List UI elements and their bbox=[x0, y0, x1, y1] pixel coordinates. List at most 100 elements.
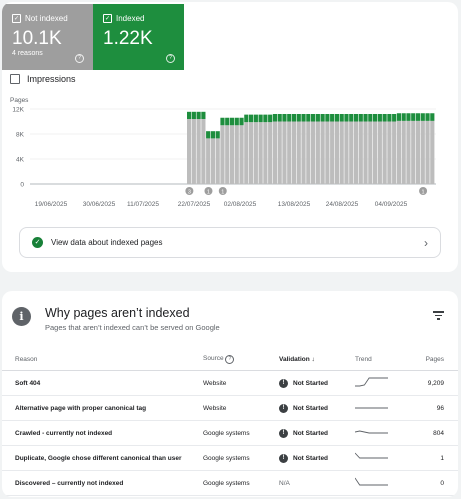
bar-indexed bbox=[291, 114, 297, 122]
bar-indexed bbox=[306, 114, 311, 122]
why-title: Why pages aren’t indexed bbox=[45, 306, 190, 320]
not-indexed-tile[interactable]: ✓ Not indexed 10.1K 4 reasons ? bbox=[2, 4, 93, 70]
table-row[interactable]: Soft 404 Website! Not Started 9,209 bbox=[2, 370, 458, 396]
bar-indexed bbox=[344, 114, 349, 122]
bar-indexed bbox=[330, 114, 335, 122]
bar-not-indexed bbox=[430, 120, 435, 184]
pages-cell: 96 bbox=[423, 395, 458, 421]
checkbox-icon bbox=[10, 74, 20, 84]
validation-status: Not Started bbox=[293, 379, 329, 387]
annotation-label: 1 bbox=[422, 189, 425, 195]
alert-icon: ! bbox=[279, 453, 288, 463]
bar-not-indexed bbox=[287, 121, 292, 184]
bar-not-indexed bbox=[263, 122, 268, 184]
y-tick-label: 8K bbox=[16, 132, 25, 139]
y-tick-label: 12K bbox=[12, 107, 24, 114]
col-pages[interactable]: Pages bbox=[423, 348, 458, 371]
validation-cell: ! Not Started bbox=[279, 395, 355, 421]
pages-cell: 804 bbox=[423, 420, 458, 446]
bar-not-indexed bbox=[196, 119, 201, 184]
bar-indexed bbox=[196, 111, 201, 119]
bar-indexed bbox=[392, 114, 397, 122]
reason-cell: Soft 404 bbox=[2, 370, 203, 396]
validation-status: N/A bbox=[279, 479, 290, 487]
filter-icon[interactable] bbox=[433, 311, 444, 322]
trend-cell bbox=[355, 445, 423, 471]
impressions-label: Impressions bbox=[27, 74, 76, 84]
help-icon[interactable]: ? bbox=[75, 54, 84, 63]
reasons-table: Reason Source ? Validation ↓ Trend Pages… bbox=[2, 348, 458, 496]
arrow-down-icon: ↓ bbox=[311, 355, 315, 363]
bar-indexed bbox=[420, 113, 425, 121]
bar-not-indexed bbox=[258, 122, 263, 184]
annotation-label: 1 bbox=[221, 189, 224, 195]
trend-sparkline bbox=[355, 407, 388, 409]
bar-indexed bbox=[220, 117, 225, 126]
reason-cell: Discovered – currently not indexed bbox=[2, 470, 203, 496]
indexed-tile[interactable]: ✓ Indexed 1.22K ? bbox=[93, 4, 184, 70]
bar-not-indexed bbox=[282, 121, 287, 184]
bar-indexed bbox=[258, 114, 263, 123]
bar-not-indexed bbox=[215, 138, 220, 184]
pages-chart[interactable]: 12K 8K 4K 0 19/06/2025 30/06/2025 11/07/2025 22… bbox=[2, 102, 458, 212]
bar-indexed bbox=[339, 114, 344, 122]
bar-not-indexed bbox=[325, 121, 330, 184]
view-indexed-pages-link[interactable]: ✓ View data about indexed pages › bbox=[19, 227, 441, 258]
help-icon[interactable]: ? bbox=[166, 54, 175, 63]
table-row[interactable]: Discovered – currently not indexed Google… bbox=[2, 470, 458, 496]
x-tick-label: 04/09/2025 bbox=[375, 201, 408, 208]
bar-not-indexed bbox=[272, 121, 278, 184]
source-cell: Google systems bbox=[203, 445, 279, 471]
chevron-right-icon: › bbox=[424, 235, 428, 250]
x-tick-label: 11/07/2025 bbox=[127, 201, 159, 208]
bar-indexed bbox=[382, 114, 387, 122]
bar-not-indexed bbox=[225, 125, 230, 184]
table-row[interactable]: Alternative page with proper canonical t… bbox=[2, 395, 458, 421]
bar-not-indexed bbox=[206, 138, 211, 184]
bar-not-indexed bbox=[187, 119, 192, 184]
table-row[interactable]: Duplicate, Google chose different canoni… bbox=[2, 445, 458, 471]
reason-cell: Crawled - currently not indexed bbox=[2, 420, 203, 446]
col-source[interactable]: Source ? bbox=[203, 348, 279, 371]
col-validation-label: Validation bbox=[279, 355, 310, 363]
bar-indexed bbox=[415, 113, 421, 121]
pages-cell: 9,209 bbox=[423, 370, 458, 396]
bar-not-indexed bbox=[425, 120, 430, 184]
bar-indexed bbox=[320, 114, 325, 122]
table-row[interactable]: Crawled - currently not indexed Google sy… bbox=[2, 420, 458, 446]
bar-indexed bbox=[206, 131, 211, 139]
table-header-row: Reason Source ? Validation ↓ Trend Pages bbox=[2, 348, 458, 371]
validation-status: Not Started bbox=[293, 454, 329, 462]
validation-cell: ! Not Started bbox=[279, 420, 355, 446]
validation-cell: ! Not Started bbox=[279, 445, 355, 471]
y-tick-label: 0 bbox=[20, 182, 24, 189]
bar-not-indexed bbox=[373, 121, 378, 184]
bar-not-indexed bbox=[387, 121, 392, 184]
bar-indexed bbox=[349, 114, 354, 122]
why-not-indexed-card: i Why pages aren’t indexed Pages that ar… bbox=[2, 291, 458, 497]
bar-not-indexed bbox=[320, 121, 325, 184]
annotation-label: 1 bbox=[207, 189, 210, 195]
validation-status: Not Started bbox=[293, 404, 329, 412]
not-indexed-value: 10.1K bbox=[12, 28, 62, 49]
trend-sparkline bbox=[355, 452, 388, 459]
not-indexed-header: ✓ Not indexed bbox=[12, 14, 68, 23]
impressions-toggle[interactable]: Impressions bbox=[10, 74, 76, 84]
bar-indexed bbox=[244, 114, 249, 123]
indexed-label: Indexed bbox=[116, 14, 145, 23]
bar-not-indexed bbox=[315, 121, 320, 184]
alert-icon: ! bbox=[279, 428, 288, 438]
validation-cell: ! Not Started bbox=[279, 370, 355, 396]
bar-not-indexed bbox=[406, 120, 411, 184]
col-source-label: Source bbox=[203, 354, 224, 362]
bar-indexed bbox=[296, 114, 301, 122]
bar-not-indexed bbox=[396, 120, 402, 184]
bar-indexed bbox=[396, 113, 402, 121]
col-validation[interactable]: Validation ↓ bbox=[279, 348, 355, 371]
indexed-header: ✓ Indexed bbox=[103, 14, 144, 23]
col-reason[interactable]: Reason bbox=[2, 348, 203, 371]
bar-not-indexed bbox=[296, 121, 301, 184]
bar-indexed bbox=[368, 114, 373, 122]
bar-indexed bbox=[234, 117, 239, 126]
help-icon[interactable]: ? bbox=[225, 354, 235, 364]
